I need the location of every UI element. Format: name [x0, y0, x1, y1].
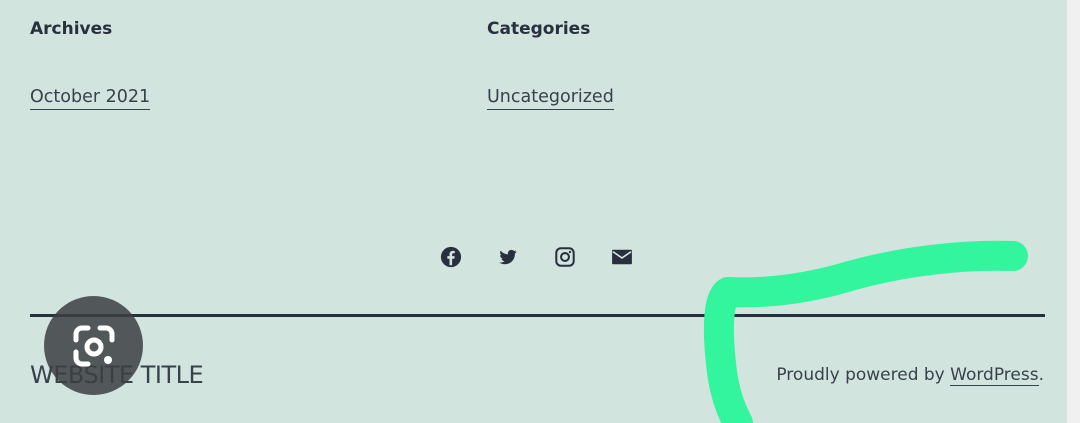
google-lens-button[interactable] [44, 296, 143, 395]
archive-link-october-2021[interactable]: October 2021 [30, 86, 151, 110]
facebook-icon[interactable] [440, 246, 462, 268]
scrollbar-track[interactable] [1067, 0, 1080, 423]
twitter-icon[interactable] [497, 246, 519, 268]
wordpress-link[interactable]: WordPress [950, 365, 1039, 386]
powered-by-prefix: Proudly powered by [776, 365, 951, 385]
highlight-annotation-stroke [703, 240, 1028, 423]
powered-by-suffix: . [1038, 365, 1044, 385]
footer-divider [30, 314, 1045, 317]
powered-by-text: Proudly powered by WordPress. [776, 365, 1044, 386]
instagram-icon[interactable] [554, 246, 576, 268]
category-link-uncategorized[interactable]: Uncategorized [487, 86, 614, 110]
archives-heading: Archives [30, 19, 113, 39]
categories-heading: Categories [487, 19, 591, 39]
google-lens-icon [73, 325, 114, 366]
mail-icon[interactable] [611, 246, 633, 268]
